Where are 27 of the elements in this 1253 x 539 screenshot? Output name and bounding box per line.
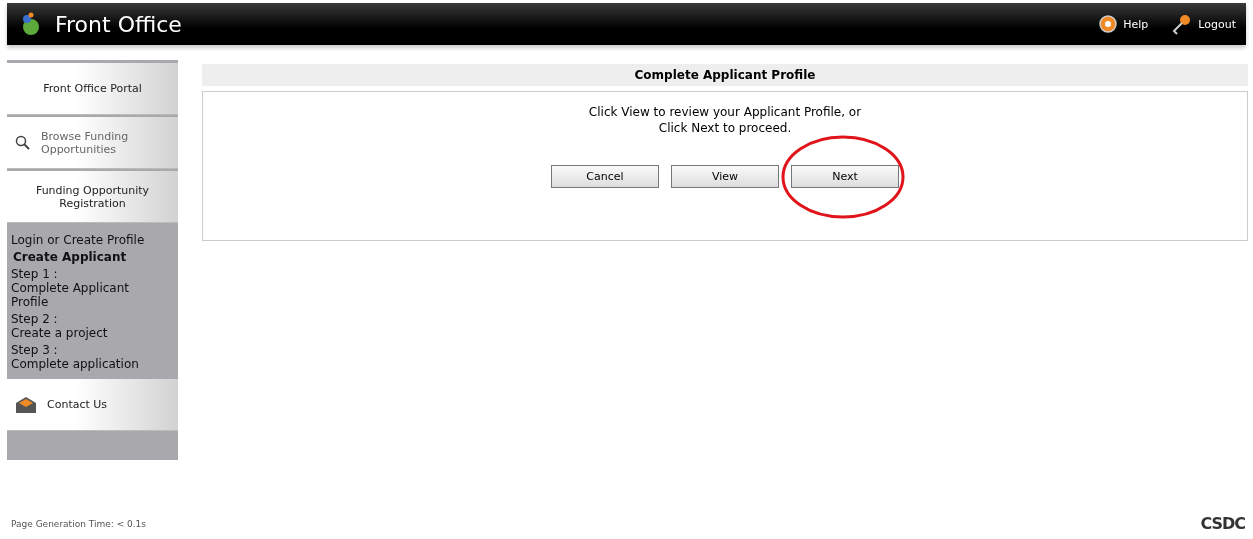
key-icon xyxy=(1170,13,1193,35)
app-title: Front Office xyxy=(55,11,183,37)
step-label: Step 3 : xyxy=(11,343,59,357)
action-button[interactable]: Cancel xyxy=(551,165,659,188)
instruction-text: Click Next to proceed. xyxy=(658,120,792,136)
nav-item[interactable]: Front Office Portal xyxy=(7,63,178,115)
logout-link[interactable]: Logout xyxy=(1170,13,1236,35)
help-icon xyxy=(1099,15,1118,33)
envelope-icon xyxy=(15,395,37,414)
step-label: Step 1 : xyxy=(11,267,59,281)
step-text: Complete Applicant Profile xyxy=(11,281,131,309)
progress-text: Login or Create Profile xyxy=(11,233,146,247)
panel-title: Complete Applicant Profile xyxy=(202,64,1248,86)
help-link[interactable]: Help xyxy=(1099,15,1149,33)
step-label: Step 2 : xyxy=(11,312,59,326)
search-icon xyxy=(15,134,31,151)
instruction-text: Click View to review your Applicant Profile, or xyxy=(588,104,862,120)
nav-item[interactable]: Browse Funding Opportunities xyxy=(7,117,178,169)
nav-item[interactable]: Funding Opportunity Registration xyxy=(7,171,178,223)
step-text: Complete application xyxy=(11,357,140,371)
step-text: Create a project xyxy=(11,326,109,340)
generation-time: Page Generation Time: < 0.1s xyxy=(11,518,147,529)
company-logo: CSDC xyxy=(1200,514,1245,533)
action-button[interactable]: Next xyxy=(791,165,899,188)
contact-item[interactable]: Contact Us xyxy=(7,379,178,431)
action-button[interactable]: View xyxy=(671,165,779,188)
section-heading: Create Applicant xyxy=(12,250,128,264)
